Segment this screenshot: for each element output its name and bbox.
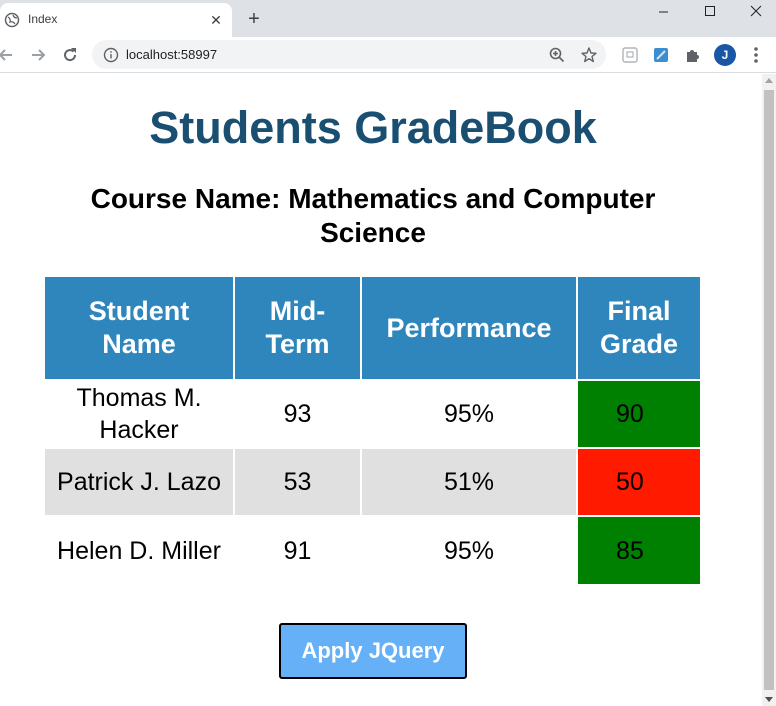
zoom-icon[interactable]: [548, 46, 566, 64]
scroll-down-arrow-icon[interactable]: [765, 697, 773, 702]
more-menu-icon[interactable]: [748, 45, 764, 65]
midterm-cell: 53: [234, 447, 362, 516]
course-name-heading: Course Name: Mathematics and Computer Sc…: [90, 183, 656, 248]
scrollbar-thumb[interactable]: [764, 90, 774, 690]
reload-icon[interactable]: [60, 45, 80, 65]
final-grade-cell: 85: [577, 515, 700, 584]
performance-cell: 51%: [361, 447, 578, 516]
minimize-icon[interactable]: [640, 0, 686, 30]
vertical-scrollbar[interactable]: [762, 74, 776, 706]
maximize-icon[interactable]: [686, 0, 732, 30]
apply-jquery-button[interactable]: Apply JQuery: [279, 623, 467, 679]
table-row: Helen D. Miller 91 95% 85: [45, 515, 700, 584]
header-mid-term: Mid-Term: [234, 277, 362, 380]
header-final-grade: Final Grade: [577, 277, 700, 380]
performance-cell: 95%: [361, 515, 578, 584]
address-bar[interactable]: localhost:58997: [92, 40, 606, 69]
student-name-cell: Helen D. Miller: [45, 515, 235, 584]
performance-cell: 95%: [361, 379, 578, 448]
browser-toolbar: localhost:58997 J: [0, 37, 776, 73]
page-title: Students GradeBook: [149, 102, 597, 153]
final-grade-cell: 90: [577, 379, 700, 448]
header-student-name: Student Name: [45, 277, 235, 380]
forward-arrow-icon[interactable]: [28, 45, 48, 65]
close-tab-icon[interactable]: ✕: [207, 11, 225, 29]
header-performance: Performance: [361, 277, 578, 380]
site-info-icon[interactable]: [103, 47, 119, 63]
student-name-cell: Patrick J. Lazo: [45, 447, 235, 516]
table-row: Patrick J. Lazo 53 51% 50: [45, 447, 700, 516]
extensions-puzzle-icon[interactable]: [684, 46, 702, 64]
extension-app-icon[interactable]: [652, 46, 670, 64]
gradebook-table: Student Name Mid-Term Performance Final …: [45, 277, 700, 584]
midterm-cell: 91: [234, 515, 362, 584]
tab-strip: Index ✕ +: [0, 0, 776, 37]
bookmark-star-icon[interactable]: [580, 46, 598, 64]
url-text: localhost:58997: [126, 47, 218, 62]
tab-title: Index: [28, 12, 58, 26]
profile-avatar[interactable]: J: [714, 44, 736, 66]
back-arrow-icon[interactable]: [0, 45, 16, 65]
globe-icon: [4, 12, 20, 28]
extension-pocket-icon[interactable]: [621, 46, 639, 64]
close-window-icon[interactable]: [732, 0, 776, 30]
table-row: Thomas M. Hacker 93 95% 90: [45, 379, 700, 448]
new-tab-icon[interactable]: +: [243, 9, 265, 31]
student-name-cell: Thomas M. Hacker: [45, 379, 235, 448]
table-header-row: Student Name Mid-Term Performance Final …: [45, 277, 700, 380]
page-viewport: Students GradeBook Course Name: Mathemat…: [0, 74, 762, 706]
midterm-cell: 93: [234, 379, 362, 448]
scroll-up-arrow-icon[interactable]: [765, 78, 773, 83]
final-grade-cell: 50: [577, 447, 700, 516]
browser-tab[interactable]: Index ✕: [0, 3, 232, 37]
